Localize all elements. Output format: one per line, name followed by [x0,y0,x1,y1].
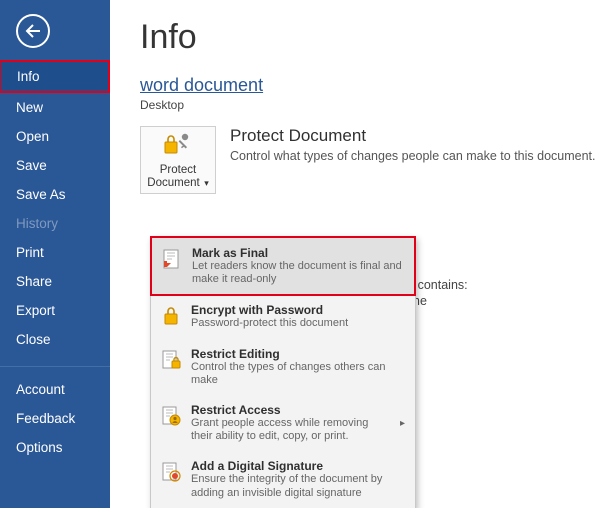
chevron-right-icon: ▸ [400,418,405,429]
lock-shield-icon [163,131,193,161]
sidebar-item-new[interactable]: New [0,93,110,122]
document-title-link[interactable]: word document [140,75,600,96]
sidebar-item-share[interactable]: Share [0,267,110,296]
sidebar-item-options[interactable]: Options [0,433,110,462]
dropdown-item-title: Mark as Final [192,246,404,260]
dropdown-item-title: Restrict Editing [191,347,405,361]
sidebar-item-saveas[interactable]: Save As [0,180,110,209]
nav-separator [0,366,110,367]
dropdown-item-title: Encrypt with Password [191,303,348,317]
sidebar-item-feedback[interactable]: Feedback [0,404,110,433]
protect-document-dropdown: Mark as FinalLet readers know the docume… [150,236,416,508]
page-title: Info [140,18,600,57]
restrict-access-icon [159,403,183,443]
nav-footer: AccountFeedbackOptions [0,375,110,462]
dropdown-item-encrypt[interactable]: Encrypt with PasswordPassword-protect th… [151,295,415,338]
sidebar-item-print[interactable]: Print [0,238,110,267]
dropdown-item-title: Restrict Access [191,403,392,417]
protect-document-section: ProtectDocument ▾ Protect Document Contr… [140,126,600,194]
back-button[interactable] [16,14,50,48]
dropdown-item-restrict-edit[interactable]: Restrict EditingControl the types of cha… [151,339,415,395]
dropdown-item-desc: Let readers know the document is final a… [192,260,404,286]
sidebar-item-export[interactable]: Export [0,296,110,325]
sidebar-item-open[interactable]: Open [0,122,110,151]
chevron-down-icon: ▾ [202,178,209,188]
protect-desc: Control what types of changes people can… [230,149,596,163]
backstage-sidebar: InfoNewOpenSaveSave AsHistoryPrintShareE… [0,0,110,508]
document-location: Desktop [140,98,600,112]
dropdown-item-title: Add a Digital Signature [191,459,405,473]
dropdown-item-desc: Password-protect this document [191,317,348,330]
sidebar-item-info[interactable]: Info [0,60,110,93]
sidebar-item-save[interactable]: Save [0,151,110,180]
encrypt-icon [159,303,183,330]
arrow-left-icon [25,24,41,38]
sidebar-item-account[interactable]: Account [0,375,110,404]
dropdown-item-restrict-access[interactable]: Restrict AccessGrant people access while… [151,395,415,451]
mark-final-icon [160,246,184,286]
dropdown-item-desc: Control the types of changes others can … [191,361,405,387]
sidebar-item-close[interactable]: Close [0,325,110,354]
protect-document-button[interactable]: ProtectDocument ▾ [140,126,216,194]
protect-heading: Protect Document [230,126,596,146]
dropdown-item-signature[interactable]: Add a Digital SignatureEnsure the integr… [151,451,415,507]
dropdown-item-desc: Ensure the integrity of the document by … [191,473,405,499]
dropdown-item-desc: Grant people access while removing their… [191,417,392,443]
sidebar-item-history: History [0,209,110,238]
backstage-view: InfoNewOpenSaveSave AsHistoryPrintShareE… [0,0,600,508]
signature-icon [159,459,183,499]
restrict-edit-icon [159,347,183,387]
nav-primary: InfoNewOpenSaveSave AsHistoryPrintShareE… [0,60,110,354]
dropdown-item-mark-final[interactable]: Mark as FinalLet readers know the docume… [150,236,416,296]
